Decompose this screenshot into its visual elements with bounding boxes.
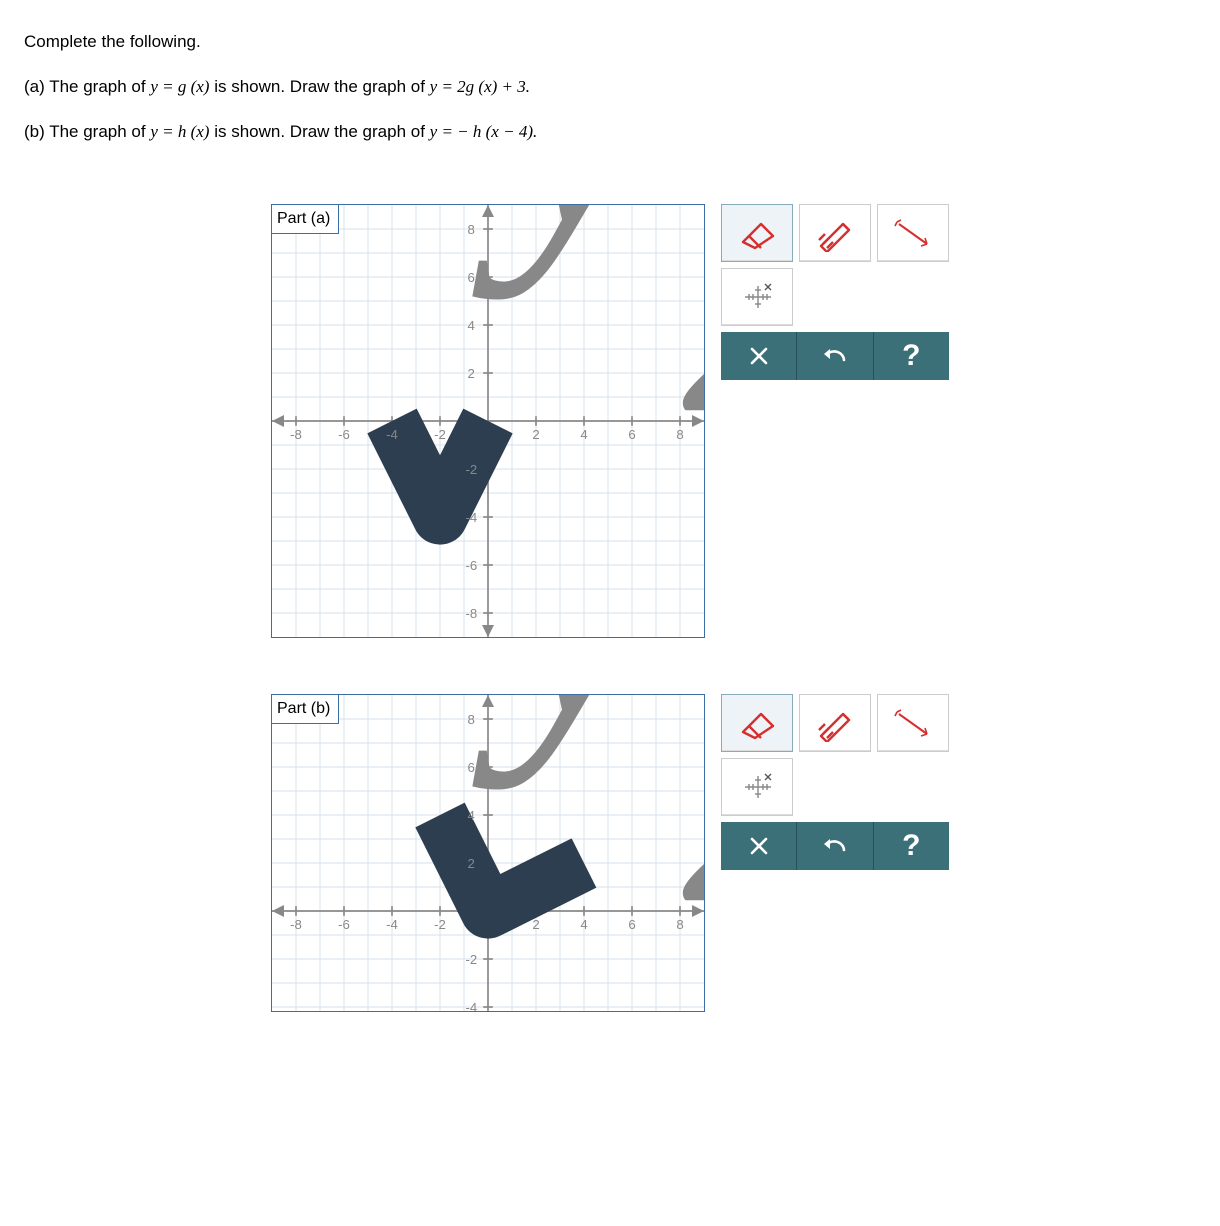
panel-part-b: Part (b) (271, 694, 949, 1012)
svg-text:-2: -2 (465, 461, 477, 476)
ray-tool[interactable] (877, 204, 949, 262)
svg-text:6: 6 (467, 269, 474, 284)
ray-tool[interactable] (877, 694, 949, 752)
svg-text:-4: -4 (465, 999, 477, 1011)
help-button[interactable]: ? (874, 822, 949, 870)
graph-a-svg: -8 -6 -4 -2 2 4 6 8 8 6 4 2 -2 -4 -6 -8 (272, 205, 704, 637)
graph-part-a[interactable]: Part (a) (271, 204, 705, 638)
part-a-given: y = g (x) (150, 77, 209, 96)
part-b-label: Part (b) (272, 695, 339, 724)
svg-text:8: 8 (676, 917, 683, 932)
part-b-prompt: (b) The graph of y = h (x) is shown. Dra… (24, 118, 1196, 145)
question-text: Complete the following. (a) The graph of… (24, 28, 1196, 146)
svg-text:-6: -6 (338, 917, 350, 932)
svg-text:2: 2 (467, 365, 474, 380)
svg-text:4: 4 (580, 917, 587, 932)
panel-part-a: Part (a) (271, 204, 949, 638)
svg-text:-4: -4 (386, 427, 398, 442)
svg-text:-8: -8 (290, 427, 302, 442)
svg-text:4: 4 (580, 427, 587, 442)
pencil-tool[interactable] (799, 204, 871, 262)
graph-part-b[interactable]: Part (b) (271, 694, 705, 1012)
undo-button[interactable] (797, 822, 873, 870)
part-a-target: y = 2g (x) + 3. (430, 77, 530, 96)
intro-text: Complete the following. (24, 28, 1196, 55)
part-a-prompt: (a) The graph of y = g (x) is shown. Dra… (24, 73, 1196, 100)
toolbox-a: ? (721, 204, 949, 380)
part-a-label: Part (a) (272, 205, 339, 234)
eraser-tool[interactable] (721, 694, 793, 752)
svg-text:-8: -8 (465, 605, 477, 620)
grid-zoom-tool[interactable] (721, 268, 793, 326)
eraser-tool[interactable] (721, 204, 793, 262)
x-axis-label: x (682, 205, 704, 488)
svg-text:8: 8 (467, 711, 474, 726)
svg-text:-2: -2 (465, 951, 477, 966)
help-button[interactable]: ? (874, 332, 949, 380)
svg-text:-2: -2 (434, 427, 446, 442)
svg-text:x: x (682, 695, 704, 978)
part-b-target: y = − h (x − 4). (430, 122, 538, 141)
svg-text:6: 6 (467, 759, 474, 774)
svg-text:8: 8 (676, 427, 683, 442)
grid-zoom-tool[interactable] (721, 758, 793, 816)
svg-text:4: 4 (467, 807, 474, 822)
svg-text:2: 2 (532, 427, 539, 442)
svg-text:4: 4 (467, 317, 474, 332)
toolbox-b: ? (721, 694, 949, 870)
svg-text:2: 2 (532, 917, 539, 932)
undo-button[interactable] (797, 332, 873, 380)
svg-text:-4: -4 (386, 917, 398, 932)
clear-button[interactable] (721, 822, 797, 870)
svg-text:2: 2 (467, 855, 474, 870)
svg-text:-2: -2 (434, 917, 446, 932)
svg-text:-6: -6 (338, 427, 350, 442)
pencil-tool[interactable] (799, 694, 871, 752)
svg-text:-4: -4 (465, 509, 477, 524)
svg-text:6: 6 (628, 917, 635, 932)
svg-text:8: 8 (467, 221, 474, 236)
svg-text:6: 6 (628, 427, 635, 442)
clear-button[interactable] (721, 332, 797, 380)
svg-text:-6: -6 (465, 557, 477, 572)
svg-text:-8: -8 (290, 917, 302, 932)
graph-b-svg: -8 -6 -4 -2 2 4 6 8 8 6 4 2 -2 -4 y x (272, 695, 704, 1012)
part-b-given: y = h (x) (150, 122, 209, 141)
